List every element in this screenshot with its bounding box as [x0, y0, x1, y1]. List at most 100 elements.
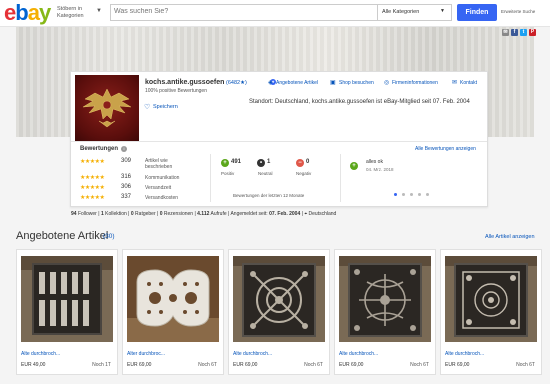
collection-count: 1: [100, 211, 104, 217]
feedback-label-negative: Negativ: [296, 171, 312, 176]
info-icon[interactable]: i: [121, 146, 127, 152]
item-image[interactable]: [127, 256, 219, 342]
item-tile[interactable]: Alter durchbroc... EUR 69,00 Noch 6T: [122, 249, 224, 375]
location-text: Deutschland: [308, 211, 337, 217]
item-title[interactable]: Alter durchbroc...: [127, 351, 165, 357]
carousel-dot[interactable]: [402, 193, 405, 196]
item-tile[interactable]: Alte durchbroch... EUR 69,00 Noch 6T: [440, 249, 542, 375]
feedback-label-positive: Positiv: [221, 171, 235, 176]
item-time-left: Noch 6T: [198, 362, 217, 368]
carousel-dot[interactable]: [410, 193, 413, 196]
rating-value: 309: [121, 158, 132, 164]
item-image[interactable]: [445, 256, 537, 342]
facebook-icon[interactable]: f: [511, 29, 518, 36]
chevron-down-icon: ▼: [440, 8, 445, 14]
item-price: EUR 69,00: [445, 362, 470, 368]
guides-label[interactable]: Ratgeber: [135, 211, 156, 217]
email-icon[interactable]: ✉: [502, 29, 509, 36]
positive-review-icon: +: [350, 162, 358, 170]
seller-name[interactable]: kochs.antike.gussoefen: [145, 79, 224, 86]
items-count[interactable]: (30): [103, 233, 115, 240]
item-image[interactable]: [21, 256, 113, 342]
rating-stars: ★★★★★: [80, 185, 105, 191]
feedback-count-negative[interactable]: 0: [306, 159, 309, 165]
carousel-dot[interactable]: [426, 193, 429, 196]
feedback-count-positive[interactable]: 491: [231, 159, 241, 165]
twitter-icon[interactable]: t: [520, 29, 527, 36]
seller-stats: 94 Follower | 1 Kollektion | 0 Ratgeber …: [71, 211, 337, 217]
save-seller-button[interactable]: Speichern: [153, 104, 178, 110]
latest-review-text: alles ok: [366, 159, 383, 165]
carousel-dot-active[interactable]: [394, 193, 397, 196]
positive-feedback-percent: 100% positive Bewertungen: [145, 88, 207, 94]
feedback-count-neutral[interactable]: 1: [267, 159, 270, 165]
latest-review-date: 04. Mrz. 2018: [366, 167, 394, 172]
logo-letter-a: a: [27, 0, 40, 25]
link-listed-items[interactable]: Angebotene Artikel: [276, 80, 318, 86]
item-price: EUR 49,00: [21, 362, 46, 368]
all-ratings-link[interactable]: Alle Bewertungen anzeigen: [415, 146, 476, 152]
followers-label[interactable]: Follower: [78, 211, 97, 217]
location-pin-icon: ⌖: [304, 211, 308, 217]
advanced-search-link[interactable]: Erweiterte Suche: [501, 9, 535, 14]
items-section-title: Angebotene Artikel: [16, 230, 109, 242]
item-tile[interactable]: Alte durchbroch... EUR 69,00 Noch 6T: [334, 249, 436, 375]
rating-value: 316: [121, 174, 132, 180]
link-business-info[interactable]: Firmeninformationen: [392, 80, 438, 86]
logo-letter-y: y: [38, 0, 51, 25]
member-date: 07. Feb. 2004: [269, 211, 301, 217]
collection-label[interactable]: Kollektion: [105, 211, 127, 217]
browse-categories-button[interactable]: Stöbern in Kategorien: [57, 6, 93, 19]
carousel-dot[interactable]: [418, 193, 421, 196]
link-visit-shop[interactable]: Shop besuchen: [339, 80, 374, 86]
reviews-count: 0: [159, 211, 163, 217]
search-input[interactable]: [114, 8, 369, 15]
search-button[interactable]: Finden: [457, 4, 497, 21]
rating-stars: ★★★★★: [80, 159, 105, 165]
heart-icon[interactable]: ♡: [144, 103, 150, 111]
chevron-down-icon[interactable]: ▼: [96, 8, 102, 14]
item-time-left: Noch 6T: [516, 362, 535, 368]
info-icon: ◎: [384, 80, 390, 86]
item-time-left: Noch 1T: [92, 362, 111, 368]
divider: [340, 154, 341, 202]
item-time-left: Noch 6T: [304, 362, 323, 368]
rating-label: Versandzeit: [145, 185, 172, 191]
item-title[interactable]: Alte durchbroch...: [445, 351, 484, 357]
item-price: EUR 69,00: [339, 362, 364, 368]
eagle-crest-icon: [82, 88, 132, 128]
feedback-score[interactable]: (6482★): [226, 80, 247, 86]
reviews-label[interactable]: Rezensionen: [164, 211, 193, 217]
rating-stars: ★★★★★: [80, 175, 105, 181]
link-contact[interactable]: Kontakt: [460, 80, 477, 86]
rating-stars: ★★★★★: [80, 195, 105, 201]
ratings-title: Bewertungen: [80, 146, 119, 152]
rating-label: Kommunikation: [145, 175, 180, 181]
item-title[interactable]: Alte durchbroch...: [339, 351, 378, 357]
shop-icon: ▣: [330, 80, 336, 86]
item-image[interactable]: [233, 256, 325, 342]
item-tile[interactable]: Alte durchbroch... EUR 69,00 Noch 6T: [228, 249, 330, 375]
all-items-link[interactable]: Alle Artikel anzeigen: [485, 234, 535, 240]
tag-icon: ◈: [268, 80, 273, 86]
item-tile[interactable]: Alte durchbroch... EUR 49,00 Noch 1T: [16, 249, 118, 375]
negative-icon: −: [296, 159, 304, 167]
item-title[interactable]: Alte durchbroch...: [233, 351, 272, 357]
rating-label: Versandkosten: [145, 195, 179, 201]
feedback-period: Bewertungen der letzten 12 Monate: [233, 193, 305, 198]
pinterest-icon[interactable]: P: [529, 29, 536, 36]
logo-letter-b: b: [15, 0, 28, 25]
cast-iron-plate-image: [127, 256, 219, 342]
item-price: EUR 69,00: [127, 362, 152, 368]
positive-icon: +: [221, 159, 229, 167]
ebay-logo[interactable]: ebay: [4, 0, 51, 25]
cast-iron-grate-image: [21, 256, 113, 342]
views-count: 4.112: [197, 211, 210, 217]
envelope-icon: ✉: [452, 80, 458, 86]
item-title[interactable]: Alte durchbroch...: [21, 351, 60, 357]
seller-avatar: [75, 75, 139, 141]
item-price: EUR 69,00: [233, 362, 258, 368]
views-label: Aufrufe: [210, 211, 227, 217]
item-time-left: Noch 6T: [410, 362, 429, 368]
item-image[interactable]: [339, 256, 431, 342]
